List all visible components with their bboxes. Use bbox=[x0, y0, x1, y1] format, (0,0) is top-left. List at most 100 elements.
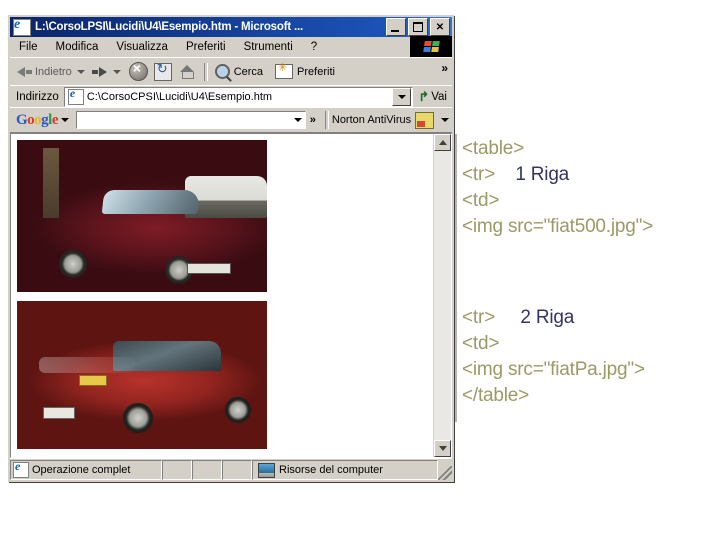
norton-caret-icon[interactable] bbox=[441, 118, 449, 122]
toolbar-overflow-chevron-icon[interactable]: » bbox=[441, 61, 448, 75]
norton-antivirus-icon[interactable] bbox=[415, 111, 434, 129]
menu-item-file[interactable]: File bbox=[10, 40, 47, 54]
code-panel-left-rule bbox=[455, 134, 457, 422]
status-message: Operazione complet bbox=[32, 464, 131, 476]
back-button-label: Indietro bbox=[35, 65, 72, 78]
security-zone-panel: Risorse del computer bbox=[252, 460, 438, 480]
google-toolbar-separator bbox=[324, 111, 329, 129]
code-line: <td> bbox=[462, 331, 717, 357]
fiat500-photo bbox=[17, 140, 267, 292]
code-tag: <table> bbox=[462, 138, 524, 159]
google-search-input[interactable] bbox=[77, 113, 291, 127]
menu-bar: File Modifica Visualizza Preferiti Strum… bbox=[10, 36, 452, 57]
window-title: L:\CorsoLPSI\Lucidi\U4\Esempio.htm - Mic… bbox=[35, 21, 303, 33]
navigation-toolbar: Indietro Cerca Preferiti » bbox=[10, 57, 452, 85]
status-panel-2 bbox=[192, 460, 222, 480]
stop-icon[interactable] bbox=[128, 60, 148, 81]
arrow-left-icon bbox=[17, 66, 25, 77]
license-plate-shape bbox=[187, 263, 231, 274]
favorites-button[interactable]: Preferiti bbox=[273, 61, 337, 80]
code-tag: <img src="fiatPa.jpg"> bbox=[462, 359, 645, 380]
menu-item-visualizza[interactable]: Visualizza bbox=[107, 40, 177, 54]
address-value: C:\CorsoCPSI\Lucidi\U4\Esempio.htm bbox=[86, 90, 273, 103]
address-dropdown-icon[interactable] bbox=[392, 87, 412, 106]
search-icon bbox=[214, 64, 230, 79]
title-bar[interactable]: L:\CorsoLPSI\Lucidi\U4\Esempio.htm - Mic… bbox=[10, 17, 452, 37]
code-tag: <td> bbox=[462, 190, 500, 211]
scroll-down-icon[interactable] bbox=[434, 440, 451, 457]
arrow-right-stem-icon bbox=[91, 69, 98, 74]
html-code-annotation: <table> <tr> 1 Riga <td> <img src="fiat5… bbox=[455, 130, 717, 430]
menu-item-help[interactable]: ? bbox=[302, 40, 326, 54]
maximize-button[interactable] bbox=[408, 18, 428, 36]
code-line: </table> bbox=[462, 383, 717, 409]
go-button-label: Vai bbox=[431, 90, 447, 103]
code-line: <td> bbox=[462, 188, 717, 214]
wheel-rear-shape bbox=[225, 397, 251, 423]
browser-window: L:\CorsoLPSI\Lucidi\U4\Esempio.htm - Mic… bbox=[8, 15, 454, 482]
home-icon[interactable] bbox=[178, 64, 196, 80]
address-bar: Indirizzo C:\CorsoCPSI\Lucidi\U4\Esempio… bbox=[10, 85, 452, 107]
security-zone-label: Risorse del computer bbox=[279, 464, 383, 476]
wheel-front-shape bbox=[123, 403, 153, 433]
status-panel-3 bbox=[222, 460, 252, 480]
wheel-front-shape bbox=[59, 250, 87, 278]
menu-item-preferiti[interactable]: Preferiti bbox=[177, 40, 235, 54]
vertical-scrollbar[interactable] bbox=[433, 134, 451, 457]
address-input[interactable]: C:\CorsoCPSI\Lucidi\U4\Esempio.htm bbox=[63, 86, 414, 107]
arrow-right-icon bbox=[98, 66, 107, 77]
menu-item-modifica[interactable]: Modifica bbox=[47, 40, 108, 54]
windows-logo-icon bbox=[410, 36, 452, 57]
arrow-left-stem-icon bbox=[26, 69, 32, 74]
minimize-button[interactable] bbox=[386, 18, 406, 36]
tree-trunk-shape bbox=[43, 148, 59, 218]
toolbar-separator bbox=[203, 62, 208, 81]
resize-grip[interactable] bbox=[438, 466, 452, 480]
favorites-button-label: Preferiti bbox=[297, 65, 335, 78]
computer-icon bbox=[258, 462, 275, 478]
forward-dropdown-icon[interactable] bbox=[112, 69, 121, 74]
code-block-second-row: <tr> 2 Riga <td> <img src="fiatPa.jpg"> … bbox=[462, 305, 717, 409]
content-area bbox=[10, 133, 452, 458]
scroll-up-icon[interactable] bbox=[434, 134, 451, 151]
status-message-panel: Operazione complet bbox=[10, 460, 162, 480]
forward-button[interactable] bbox=[90, 66, 110, 78]
address-page-icon bbox=[67, 86, 84, 105]
google-search-box[interactable] bbox=[76, 111, 306, 129]
close-button[interactable]: ✕ bbox=[430, 18, 450, 36]
code-tag: <tr> bbox=[462, 164, 495, 185]
status-bar: Operazione complet Risorse del computer bbox=[10, 458, 452, 480]
code-tag: <img src="fiat500.jpg"> bbox=[462, 216, 654, 237]
menu-item-strumenti[interactable]: Strumenti bbox=[235, 40, 302, 54]
back-button[interactable]: Indietro bbox=[14, 65, 74, 79]
google-toolbar: Google » Norton AntiVirus bbox=[10, 107, 452, 133]
fiatPa-photo bbox=[17, 301, 267, 449]
status-panel-1 bbox=[162, 460, 192, 480]
code-annotation: 1 Riga bbox=[515, 164, 570, 185]
google-history-caret-icon[interactable] bbox=[293, 118, 302, 122]
google-logo-icon[interactable]: Google bbox=[16, 112, 59, 129]
go-arrow-icon: ↱ bbox=[418, 88, 430, 104]
license-plate-shape bbox=[43, 407, 75, 419]
web-page-body bbox=[11, 134, 433, 457]
ie-document-icon bbox=[13, 17, 31, 36]
search-button[interactable]: Cerca bbox=[213, 63, 265, 80]
code-tag: <td> bbox=[462, 333, 500, 354]
code-block-first-row: <table> <tr> 1 Riga <td> <img src="fiat5… bbox=[462, 136, 717, 240]
search-button-label: Cerca bbox=[233, 65, 264, 78]
code-line: <img src="fiatPa.jpg"> bbox=[462, 357, 717, 383]
norton-antivirus-label[interactable]: Norton AntiVirus bbox=[332, 114, 411, 126]
code-line: <tr> 1 Riga bbox=[462, 162, 717, 188]
back-dropdown-icon[interactable] bbox=[76, 69, 85, 74]
code-tag: <tr> bbox=[462, 307, 495, 328]
code-line: <table> bbox=[462, 136, 717, 162]
address-label: Indirizzo bbox=[16, 90, 59, 103]
code-line: <tr> 2 Riga bbox=[462, 305, 717, 331]
refresh-icon[interactable] bbox=[153, 61, 172, 81]
favorites-star-icon bbox=[275, 61, 294, 79]
code-line: <img src="fiat500.jpg"> bbox=[462, 214, 717, 240]
ie-status-icon bbox=[13, 461, 29, 478]
google-overflow-chevron-icon[interactable]: » bbox=[310, 114, 316, 126]
google-menu-caret-icon[interactable] bbox=[61, 118, 70, 122]
go-button[interactable]: ↱ Vai bbox=[416, 89, 452, 105]
